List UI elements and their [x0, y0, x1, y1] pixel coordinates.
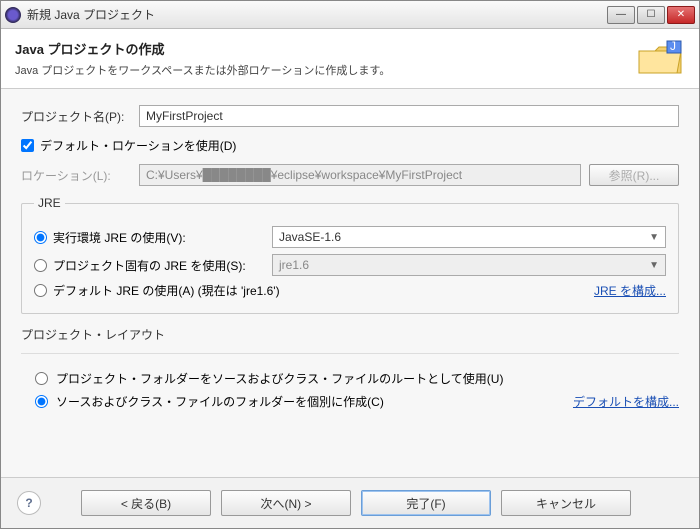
jre-radio-exec-env[interactable] — [34, 231, 47, 244]
layout-configure-link[interactable]: デフォルトを構成... — [573, 393, 679, 410]
default-location-checkbox[interactable]: デフォルト・ロケーションを使用(D) — [21, 137, 679, 154]
next-button[interactable]: 次へ(N) > — [221, 490, 351, 516]
jre-option-exec-env[interactable]: 実行環境 JRE の使用(V): JavaSE-1.6 ▼ — [34, 226, 666, 248]
jre-default-label: デフォルト JRE の使用(A) (現在は 'jre1.6') — [53, 282, 280, 299]
back-button[interactable]: < 戻る(B) — [81, 490, 211, 516]
jre-radio-project-specific[interactable] — [34, 259, 47, 272]
minimize-button[interactable]: — — [607, 6, 635, 24]
wizard-content: プロジェクト名(P): デフォルト・ロケーションを使用(D) ロケーション(L)… — [1, 89, 699, 477]
wizard-footer: ? < 戻る(B) 次へ(N) > 完了(F) キャンセル — [1, 477, 699, 528]
window-title: 新規 Java プロジェクト — [27, 6, 607, 23]
jre-configure-link[interactable]: JRE を構成... — [594, 282, 666, 299]
layout-radio-separate[interactable] — [35, 395, 48, 408]
layout-radio-root[interactable] — [35, 372, 48, 385]
divider — [21, 353, 679, 354]
jre-option-default[interactable]: デフォルト JRE の使用(A) (現在は 'jre1.6') JRE を構成.… — [34, 282, 666, 299]
help-button[interactable]: ? — [17, 491, 41, 515]
jre-project-specific-combo: jre1.6 ▼ — [272, 254, 666, 276]
layout-root-label: プロジェクト・フォルダーをソースおよびクラス・ファイルのルートとして使用(U) — [56, 370, 503, 387]
location-input — [139, 164, 581, 186]
layout-group: プロジェクト・フォルダーをソースおよびクラス・ファイルのルートとして使用(U) … — [21, 360, 679, 420]
jre-project-specific-value: jre1.6 — [279, 258, 309, 272]
layout-separate-label: ソースおよびクラス・ファイルのフォルダーを個別に作成(C) — [56, 393, 384, 410]
layout-legend: プロジェクト・レイアウト — [21, 326, 679, 343]
jre-project-specific-label: プロジェクト固有の JRE を使用(S): — [53, 257, 246, 274]
default-location-label: デフォルト・ロケーションを使用(D) — [40, 137, 236, 154]
browse-button: 参照(R)... — [589, 164, 679, 186]
jre-legend: JRE — [34, 196, 65, 210]
project-name-input[interactable] — [139, 105, 679, 127]
layout-option-root[interactable]: プロジェクト・フォルダーをソースおよびクラス・ファイルのルートとして使用(U) — [35, 370, 679, 387]
chevron-down-icon: ▼ — [649, 260, 659, 271]
maximize-button[interactable]: ☐ — [637, 6, 665, 24]
chevron-down-icon: ▼ — [649, 232, 659, 243]
svg-text:J: J — [670, 39, 676, 53]
folder-java-icon: J — [637, 39, 685, 77]
finish-button[interactable]: 完了(F) — [361, 490, 491, 516]
jre-group: JRE 実行環境 JRE の使用(V): JavaSE-1.6 ▼ プロジェクト… — [21, 196, 679, 314]
jre-exec-env-combo[interactable]: JavaSE-1.6 ▼ — [272, 226, 666, 248]
titlebar: 新規 Java プロジェクト — ☐ ✕ — [1, 1, 699, 29]
jre-option-project-specific[interactable]: プロジェクト固有の JRE を使用(S): jre1.6 ▼ — [34, 254, 666, 276]
cancel-button[interactable]: キャンセル — [501, 490, 631, 516]
project-name-label: プロジェクト名(P): — [21, 108, 131, 125]
layout-option-separate[interactable]: ソースおよびクラス・ファイルのフォルダーを個別に作成(C) デフォルトを構成..… — [35, 393, 679, 410]
banner-subtext: Java プロジェクトをワークスペースまたは外部ロケーションに作成します。 — [15, 62, 637, 78]
close-button[interactable]: ✕ — [667, 6, 695, 24]
jre-radio-default[interactable] — [34, 284, 47, 297]
banner-heading: Java プロジェクトの作成 — [15, 39, 637, 58]
window-controls: — ☐ ✕ — [607, 6, 695, 24]
app-icon — [5, 7, 21, 23]
location-row: ロケーション(L): 参照(R)... — [21, 164, 679, 186]
location-label: ロケーション(L): — [21, 167, 131, 184]
default-location-check[interactable] — [21, 139, 34, 152]
jre-exec-env-value: JavaSE-1.6 — [279, 230, 341, 244]
wizard-banner: Java プロジェクトの作成 Java プロジェクトをワークスペースまたは外部ロ… — [1, 29, 699, 89]
project-name-row: プロジェクト名(P): — [21, 105, 679, 127]
jre-exec-env-label: 実行環境 JRE の使用(V): — [53, 229, 186, 246]
